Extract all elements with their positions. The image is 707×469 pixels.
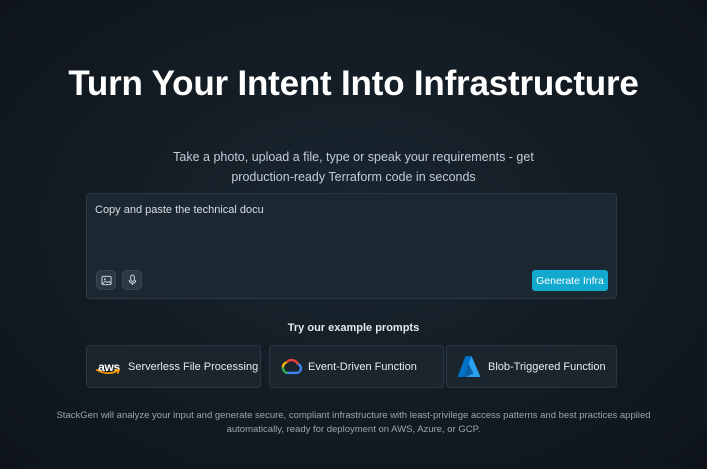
footer-line-1: StackGen will analyze your input and gen… [56, 410, 651, 421]
google-cloud-icon [280, 358, 302, 375]
footer-line-2: automatically, ready for deployment on A… [226, 424, 481, 435]
subtitle-line-1: Take a photo, upload a file, type or spe… [173, 150, 534, 164]
example-label: Event-Driven Function [308, 360, 417, 373]
prompt-input[interactable] [95, 204, 610, 264]
page: Turn Your Intent Into Infrastructure Tak… [0, 0, 707, 469]
voice-input-button[interactable] [122, 270, 142, 290]
microphone-icon [127, 274, 138, 286]
subtitle-line-2: production-ready Terraform code in secon… [231, 170, 476, 184]
example-prompt-event-driven-function[interactable]: Event-Driven Function [269, 345, 444, 388]
aws-logo-icon: aws [96, 357, 122, 377]
image-icon [100, 275, 112, 286]
example-prompt-blob-triggered-function[interactable]: Blob-Triggered Function [446, 345, 617, 388]
page-title: Turn Your Intent Into Infrastructure [68, 64, 639, 103]
footer-disclaimer: StackGen will analyze your input and gen… [40, 409, 667, 437]
azure-icon [456, 355, 482, 379]
generate-infra-button[interactable]: Generate Infra [532, 270, 608, 291]
page-subtitle: Take a photo, upload a file, type or spe… [150, 147, 557, 187]
examples-heading: Try our example prompts [287, 322, 420, 334]
upload-image-button[interactable] [96, 270, 116, 290]
example-label: Blob-Triggered Function [488, 360, 606, 373]
example-label: Serverless File Processing [128, 360, 259, 373]
example-prompt-serverless-file-processing[interactable]: aws Serverless File Processing [86, 345, 261, 388]
